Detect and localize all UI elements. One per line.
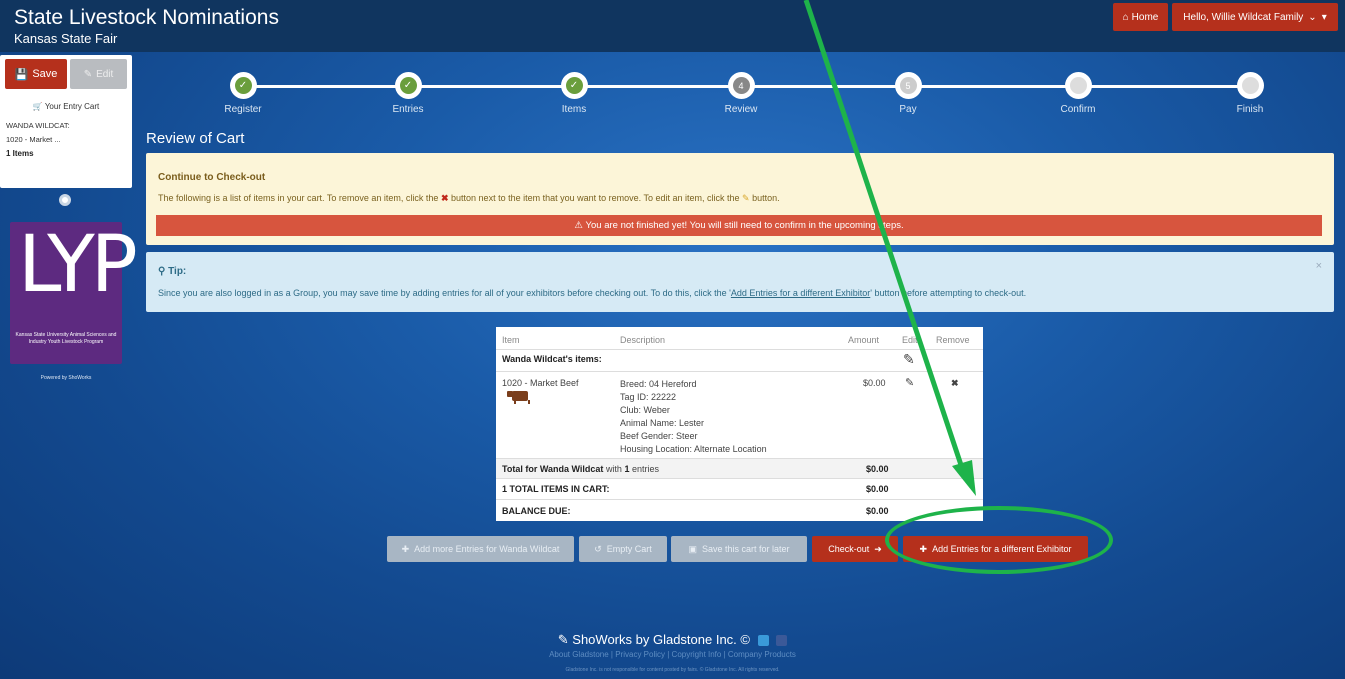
cart-icon: 🛒 [32, 102, 43, 111]
home-button[interactable]: ⌂ Home [1113, 3, 1168, 31]
cow-icon [507, 391, 530, 404]
tip-box: ⚲ Tip: Since you are also logged in as a… [146, 252, 1334, 312]
check-icon: ✓ [565, 77, 583, 94]
step-finish: Finish [1200, 72, 1300, 115]
close-icon[interactable]: × [1316, 260, 1322, 272]
footer-link-products[interactable]: Company Products [728, 650, 796, 659]
plus-icon: ✚ [401, 543, 410, 554]
chevron-down-icon: ⌄ [1308, 11, 1317, 23]
app-title: State Livestock Nominations [14, 6, 279, 29]
lightbulb-icon: ⚲ [158, 266, 166, 277]
powered-by: Powered by ShoWorks [40, 375, 92, 381]
step-confirm: Confirm [1028, 72, 1128, 115]
footer-link-copyright[interactable]: Copyright Info [672, 650, 722, 659]
progress-steps: ✓ Register ✓ Entries ✓ Items 4 Review 5 … [145, 55, 1335, 125]
pencil-icon: ✎ [742, 193, 750, 203]
user-menu-button[interactable]: Hello, Willie Wildcat Family ⌄ ▾ [1172, 3, 1338, 31]
caret-down-icon: ▾ [1321, 11, 1327, 23]
cart-item[interactable]: 1020 - Market ... [6, 135, 61, 144]
warning-triangle-icon: ⚠ [574, 220, 586, 231]
remove-x-icon: ✖ [440, 193, 449, 203]
save-button[interactable]: 💾 Save [5, 59, 67, 89]
col-remove: Remove [936, 335, 970, 345]
page-title: Review of Cart [146, 130, 245, 147]
balance-label: BALANCE DUE: [502, 506, 571, 516]
check-icon: ✓ [234, 77, 252, 94]
notice-body: The following is a list of items in your… [158, 193, 780, 203]
footer-link-privacy[interactable]: Privacy Policy [615, 650, 665, 659]
edit-label: Edit [96, 68, 114, 80]
arrow-right-icon: ➜ [874, 543, 882, 554]
checkout-notice: Continue to Check-out The following is a… [146, 153, 1334, 245]
col-item: Item [502, 335, 520, 345]
floppy-disk-icon: 💾 [14, 68, 29, 81]
step-number: 5 [899, 77, 917, 94]
cart-count: 1 Items [6, 149, 34, 158]
footer-link-about[interactable]: About Gladstone [549, 650, 609, 659]
edit-button[interactable]: ✎ Edit [70, 59, 127, 89]
twitter-icon[interactable] [757, 635, 769, 647]
step-pay: 5 Pay [858, 72, 958, 115]
items-in-cart-amount: $0.00 [866, 484, 889, 494]
group-label: Wanda Wildcat's items: [502, 354, 602, 364]
tip-heading: ⚲ Tip: [158, 266, 187, 277]
empty-cart-button[interactable]: ↺ Empty Cart [579, 536, 667, 562]
undo-icon: ↺ [594, 543, 602, 554]
showorks-icon: ✎ [557, 632, 569, 647]
entry-cart-panel: 💾 Save ✎ Edit 🛒 Your Entry Cart WANDA WI… [0, 55, 132, 188]
tip-link-add-entries[interactable]: Add Entries for a different Exhibitor [731, 288, 870, 298]
pencil-icon: ✎ [83, 68, 93, 80]
row-details: Breed: 04 Hereford Tag ID: 22222 Club: W… [620, 379, 767, 454]
edit-group-pencil-icon[interactable]: ✎ [903, 351, 915, 368]
step-items: ✓ Items [524, 72, 624, 115]
facebook-icon[interactable] [776, 635, 788, 647]
logo-caption: Kansas State University Animal Sciences … [15, 332, 117, 345]
step-review: 4 Review [691, 72, 791, 115]
row-amount: $0.00 [863, 378, 886, 388]
lyp-logo: LYP Kansas State University Animal Scien… [10, 222, 138, 364]
notice-heading: Continue to Check-out [158, 172, 266, 183]
step-entries: ✓ Entries [358, 72, 458, 115]
warning-bar: ⚠ You are not finished yet! You will sti… [156, 215, 1322, 236]
items-in-cart-label: 1 TOTAL ITEMS IN CART: [502, 484, 610, 494]
footer-legal: Gladstone Inc. is not responsible for co… [565, 667, 780, 673]
cart-exhibitor: WANDA WILDCAT: [6, 121, 70, 130]
step-number: 4 [732, 77, 750, 94]
top-bar: State Livestock Nominations Kansas State… [0, 0, 1345, 52]
add-more-entries-button[interactable]: ✚ Add more Entries for Wanda Wildcat [387, 536, 574, 562]
col-description: Description [620, 335, 666, 345]
col-edit: Edit [902, 335, 918, 345]
edit-item-pencil-icon[interactable]: ✎ [905, 376, 914, 389]
floppy-disk-icon: ▣ [688, 543, 697, 554]
remove-item-x-icon[interactable]: ✖ [951, 378, 959, 389]
home-label: Home [1131, 11, 1159, 23]
footer-links: About Gladstone | Privacy Policy | Copyr… [549, 650, 796, 659]
step-register: ✓ Register [193, 72, 293, 115]
app-subtitle: Kansas State Fair [14, 31, 118, 46]
col-amount: Amount [848, 335, 880, 345]
highlight-ellipse [885, 506, 1113, 574]
total-row: Total for Wanda Wildcat with 1 entries [502, 464, 660, 474]
tip-body: Since you are also logged in as a Group,… [158, 288, 1027, 298]
save-label: Save [32, 68, 58, 80]
user-label: Hello, Willie Wildcat Family [1183, 11, 1304, 23]
save-cart-later-button[interactable]: ▣ Save this cart for later [671, 536, 807, 562]
panel-toggle-handle[interactable] [59, 194, 71, 206]
cart-title[interactable]: 🛒 Your Entry Cart [0, 102, 132, 111]
cart-table: Item Description Amount Edit Remove Wand… [496, 327, 983, 521]
balance-amount: $0.00 [866, 506, 889, 516]
total-amount: $0.00 [866, 464, 889, 474]
home-icon: ⌂ [1122, 11, 1129, 23]
row-item: 1020 - Market Beef [502, 378, 579, 388]
footer-brand: ✎ ShoWorks by Gladstone Inc. © [0, 632, 1345, 648]
check-icon: ✓ [399, 77, 417, 94]
logo-letters: LYP [18, 220, 138, 310]
